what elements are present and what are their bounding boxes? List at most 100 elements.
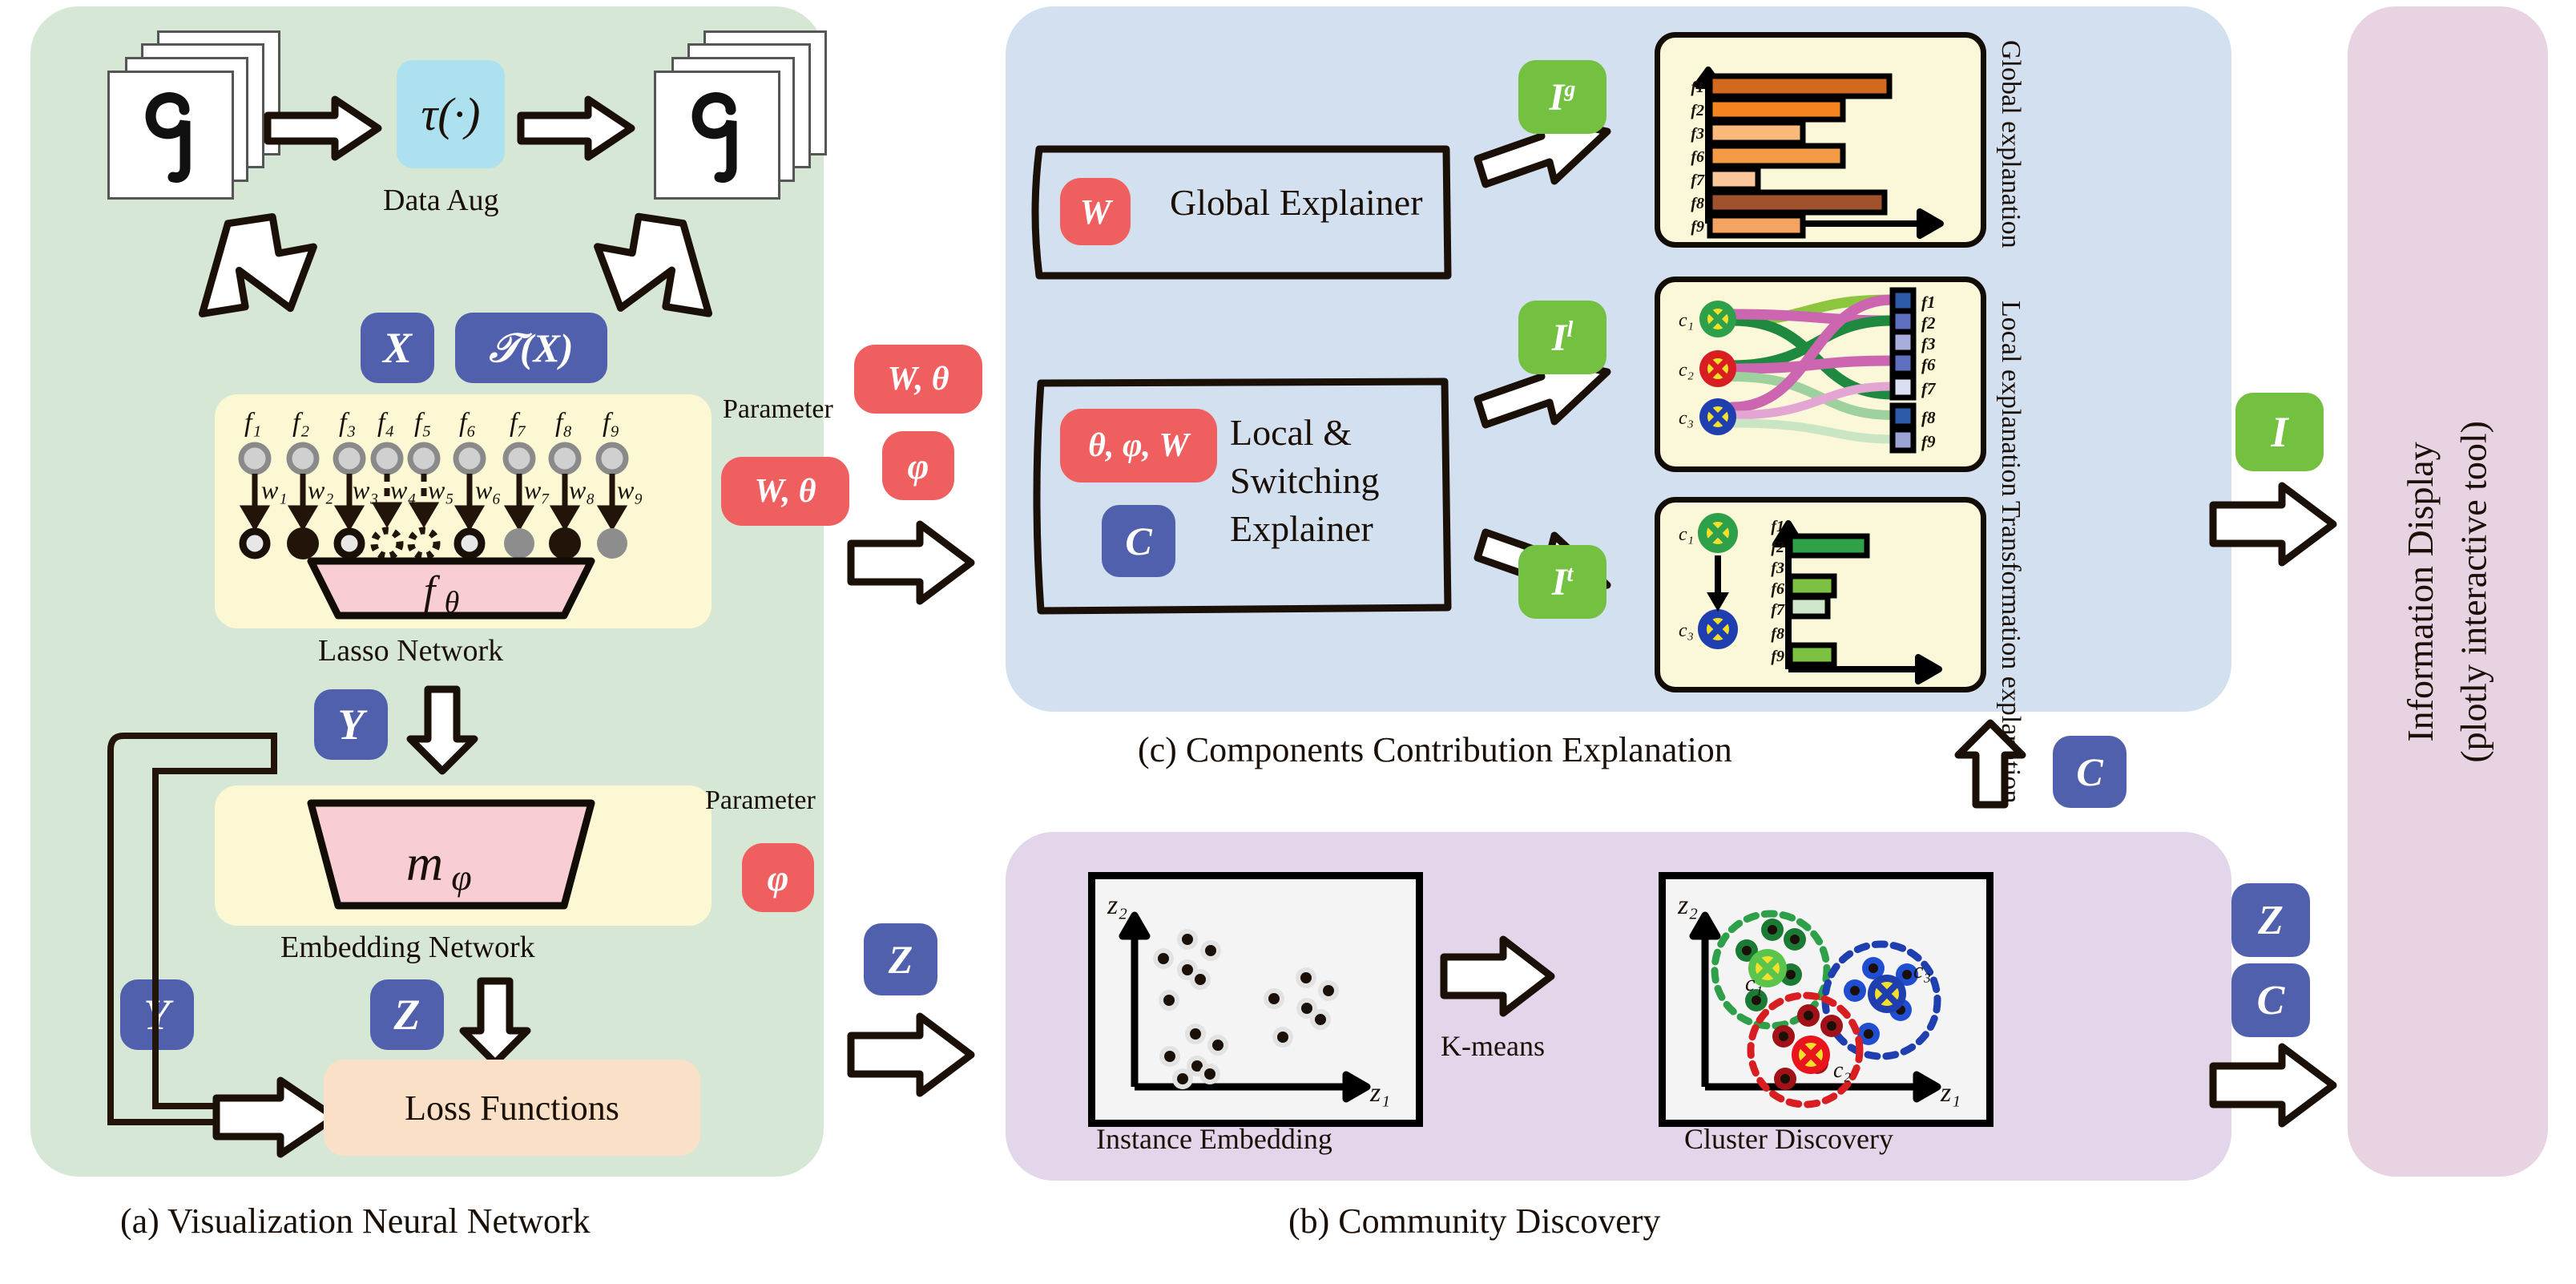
transform-bar-f2	[1787, 533, 1870, 559]
transformation-explanation-chart: c₁ c₃ f1 f2 f3 f6 f7 f8 f9	[1655, 497, 1986, 692]
global-tick-f7: f7	[1691, 172, 1705, 189]
data-augmentation-box: τ(·)	[397, 60, 505, 168]
weight-label-w3: w₃	[353, 475, 378, 504]
local-feature-label-f1: f1	[1921, 293, 1936, 312]
arrow-zc-to-display	[2209, 1043, 2337, 1128]
transform-tick-f9: f9	[1771, 648, 1784, 665]
global-explainer-label: Global Explainer	[1170, 182, 1423, 223]
local-cluster-label-c1: c₁	[1679, 310, 1694, 331]
local-explainer-cluster: C	[1125, 519, 1152, 563]
arrow-kmeans	[1440, 935, 1555, 1017]
transform-tick-f3: f3	[1771, 559, 1784, 577]
local-square-f6	[1889, 349, 1917, 377]
arrow-params-to-explainer	[847, 520, 975, 605]
side-label-local-explanation: Local explanation	[1996, 301, 2026, 497]
badge-it-label: It	[1551, 560, 1574, 604]
aug-symbol: τ(·)	[421, 88, 481, 140]
parameter-label-1: Parameter	[723, 394, 833, 424]
local-switching-explainer-box: θ, φ, W C Local & Switching Explainer	[1030, 377, 1454, 617]
local-explainer-cluster-badge: C	[1102, 505, 1175, 577]
local-explainer-param-badge: θ, φ, W	[1060, 409, 1217, 483]
weight-label-w4: w₄	[390, 475, 416, 504]
local-explainer-label-3: Explainer	[1230, 507, 1373, 549]
bar-f6	[1707, 143, 1846, 169]
cluster-centroid-c3	[1868, 975, 1906, 1013]
feature-label-f7: f₇	[510, 408, 526, 438]
local-square-f2	[1889, 308, 1917, 335]
flow-badge-i-label: I	[2271, 408, 2288, 456]
feature-label-f8: f₈	[555, 408, 572, 438]
transform-node-c3	[1698, 609, 1738, 649]
svg-text:φ: φ	[451, 857, 471, 898]
global-tick-f2: f2	[1691, 102, 1704, 119]
transform-bar-f6	[1787, 573, 1837, 599]
local-explainer-param: θ, φ, W	[1088, 427, 1189, 464]
cluster-centroid-c2	[1792, 1036, 1830, 1074]
arrow-input-to-aug	[264, 95, 382, 161]
information-display-subtitle: (plotly interactive tool)	[2453, 420, 2494, 763]
feature-label-f2: f₂	[292, 408, 309, 438]
transform-label-c1: c₁	[1679, 524, 1694, 545]
local-square-f9	[1889, 426, 1917, 454]
local-feature-label-f6: f6	[1921, 355, 1936, 374]
weight-label-w8: w₈	[569, 475, 595, 504]
feature-label-f6: f₆	[459, 408, 476, 438]
local-explainer-label-1: Local &	[1230, 412, 1352, 453]
cluster-label-c2: c₂	[1833, 1058, 1851, 1083]
feature-label-f1: f₁	[244, 408, 261, 438]
badge-x-label: X	[382, 324, 413, 372]
flow-badge-wtheta-label: W, θ	[887, 361, 949, 398]
arrow-i-to-display	[2209, 482, 2337, 567]
axis-label-z1-cluster: z₁	[1940, 1078, 1961, 1108]
panel-a-caption: (a) Visualization Neural Network	[120, 1201, 591, 1241]
global-tick-f3: f3	[1691, 125, 1704, 143]
bar-f9	[1707, 212, 1806, 239]
badge-ig-label: Ig	[1549, 75, 1576, 119]
lasso-network-caption: Lasso Network	[318, 634, 504, 668]
parameter-label-2: Parameter	[705, 785, 816, 815]
instance-embedding-caption: Instance Embedding	[1096, 1123, 1332, 1155]
axis-label-z1: z₁	[1369, 1078, 1390, 1108]
information-display-title-wrap: Information Display (plotly interactive …	[2348, 6, 2548, 1177]
cluster-discovery-caption: Cluster Discovery	[1684, 1123, 1893, 1155]
lasso-feature-nodes: f₁ f₂ f₃ f₄ f₅ f₆ f₇ f₈ f₉ w₁ w₂ w₃ w₄ w…	[215, 394, 712, 628]
svg-text:θ: θ	[445, 586, 460, 620]
local-square-f7	[1889, 373, 1917, 401]
badge-tx: 𝒯(X)	[455, 313, 607, 383]
arrow-z-to-community	[847, 1012, 975, 1097]
local-square-f1	[1889, 287, 1917, 314]
panel-b-caption: (b) Community Discovery	[1288, 1201, 1661, 1241]
local-feature-label-f9: f9	[1921, 432, 1936, 451]
local-cluster-label-c2: c₂	[1679, 360, 1694, 381]
flow-badge-z-label: Z	[888, 937, 913, 982]
weight-label-w6: w₆	[475, 475, 501, 504]
feature-label-f9: f₉	[603, 408, 619, 438]
flow-badge-phi-label: φ	[907, 445, 929, 487]
weight-label-w5: w₅	[428, 475, 454, 504]
arrow-aug-to-output	[517, 95, 635, 161]
feature-label-f5: f₅	[414, 408, 431, 438]
weight-label-w1: w₁	[261, 475, 287, 504]
global-explanation-chart: f1 f2 f3 f6 f7 f8 f9	[1655, 32, 1986, 248]
local-square-f8	[1889, 402, 1917, 430]
arrow-c-to-explainer	[1954, 719, 2026, 809]
flow-badge-c-label: C	[2076, 749, 2103, 794]
badge-it: It	[1518, 545, 1606, 619]
instance-embedding-axes: z₂ z₁	[1107, 890, 1390, 1108]
parameter-badge-phi: φ	[742, 843, 814, 912]
weight-label-w2: w₂	[308, 475, 333, 504]
cluster-label-c3: c₃	[1913, 959, 1931, 983]
bar-f7	[1707, 166, 1761, 192]
transform-tick-f2: f2	[1771, 539, 1784, 556]
arrow-z-to-loss	[459, 977, 531, 1067]
parameter-badge-wtheta: W, θ	[721, 457, 849, 526]
cluster-node-c1	[1699, 301, 1736, 337]
transform-bar-f7	[1787, 594, 1831, 620]
bar-f8	[1707, 189, 1888, 216]
badge-x: X	[361, 313, 434, 383]
local-explainer-label-2: Switching	[1230, 459, 1380, 501]
cluster-discovery-axes: z₂ z₁ c₁ c₃ c₂	[1677, 890, 1961, 1108]
flow-badge-z-right-label: Z	[2258, 897, 2284, 943]
transform-tick-f7: f7	[1771, 601, 1785, 619]
flow-badge-i: I	[2235, 393, 2324, 471]
